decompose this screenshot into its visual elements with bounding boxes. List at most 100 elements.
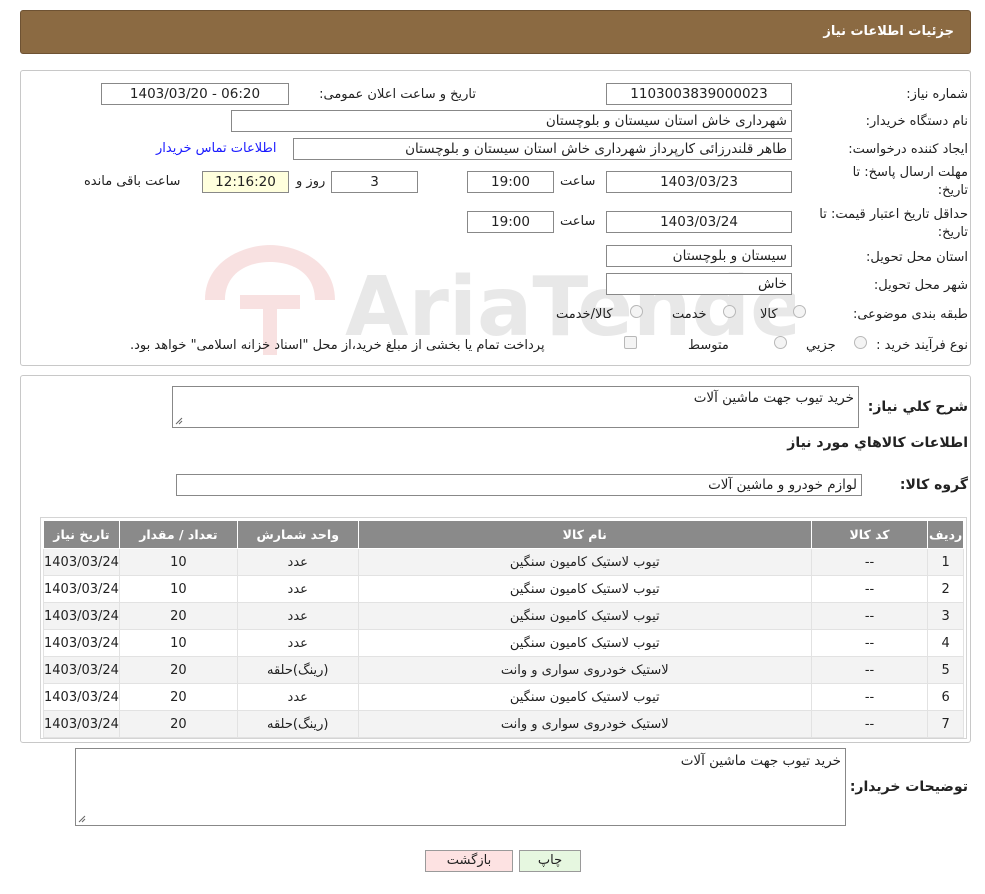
goods-table-body: 1 -- تیوب لاستیک کامیون سنگین عدد 10 1403/03/… <box>43 548 964 738</box>
back-button[interactable]: بازگشت <box>425 850 513 872</box>
cell-item-name: تیوب لاستیک کامیون سنگین <box>357 683 812 711</box>
days-label: روز و <box>296 174 326 189</box>
validity-label: حداقل تاریخ اعتبار قیمت: تا <box>819 207 968 222</box>
treasury-payment-note: پرداخت تمام یا بخشی از مبلغ خرید،از محل … <box>130 338 545 353</box>
table-row[interactable]: 2 -- تیوب لاستیک کامیون سنگین عدد 10 1403/03/… <box>43 575 964 603</box>
category-radio-goods[interactable] <box>793 305 806 318</box>
buyer-contact-link[interactable]: اطلاعات تماس خریدار <box>156 141 276 156</box>
cell-quantity: 20 <box>118 710 238 738</box>
table-row[interactable]: 3 -- تیوب لاستیک کامیون سنگین عدد 20 1403/03/… <box>43 602 964 630</box>
resize-handle-icon[interactable] <box>78 815 86 823</box>
announce-label: تاریخ و ساعت اعلان عمومی: <box>319 87 476 102</box>
cell-item-code: -- <box>810 602 929 630</box>
goods-table: رديف کد کالا نام کالا واحد شمارش تعداد /… <box>43 520 964 738</box>
goods-group-field[interactable]: لوازم خودرو و ماشین آلات <box>176 474 862 496</box>
table-row[interactable]: 6 -- تیوب لاستیک کامیون سنگین عدد 20 1403/03/… <box>43 683 964 711</box>
deadline-time-label: ساعت <box>560 174 596 189</box>
category-label: طبقه بندی موضوعی: <box>852 307 968 322</box>
cell-row-number: 1 <box>927 548 964 576</box>
buyer-org-field[interactable]: شهرداری خاش استان سیستان و بلوچستان <box>231 110 792 132</box>
cell-item-name: تیوب لاستیک کامیون سنگین <box>357 575 812 603</box>
cell-item-name: تیوب لاستیک کامیون سنگین <box>357 548 812 576</box>
cell-quantity: 20 <box>118 602 238 630</box>
cell-quantity: 20 <box>118 656 238 684</box>
province-label: استان محل تحویل: <box>866 250 968 265</box>
process-radio-minor[interactable] <box>854 336 867 349</box>
cell-item-name: تیوب لاستیک کامیون سنگین <box>357 629 812 657</box>
days-remaining-field[interactable]: 3 <box>331 171 418 193</box>
validity-time-label: ساعت <box>560 214 596 229</box>
col-header-qty: تعداد / مقدار <box>118 520 238 549</box>
deadline-date-field[interactable]: 1403/03/23 <box>606 171 792 193</box>
validity-date-field[interactable]: 1403/03/24 <box>606 211 792 233</box>
summary-text: خرید تیوب جهت ماشین آلات <box>693 390 854 406</box>
need-number-label: شماره نیاز: <box>906 87 968 102</box>
cell-row-number: 5 <box>927 656 964 684</box>
cell-quantity: 10 <box>118 575 238 603</box>
category-option-service: خدمت <box>672 307 707 322</box>
cell-need-date: 1403/03/24 <box>43 602 120 630</box>
process-label: نوع فرآیند خرید : <box>876 338 968 353</box>
cell-row-number: 7 <box>927 710 964 738</box>
deadline-label: مهلت ارسال پاسخ: تا <box>852 165 968 180</box>
print-button[interactable]: چاپ <box>519 850 581 872</box>
col-header-unit: واحد شمارش <box>236 520 359 549</box>
col-header-row: رديف <box>927 520 964 549</box>
cell-need-date: 1403/03/24 <box>43 548 120 576</box>
cell-unit: (رینگ)حلقه <box>236 656 359 684</box>
buyer-notes-textarea[interactable]: خرید تیوب جهت ماشین آلات <box>75 748 846 826</box>
cell-unit: عدد <box>236 575 359 603</box>
cell-quantity: 10 <box>118 548 238 576</box>
cell-unit: عدد <box>236 629 359 657</box>
table-row[interactable]: 7 -- لاستیک خودروی سواری و وانت (رینگ)حلقه 2… <box>43 710 964 738</box>
remaining-time-field[interactable]: 12:16:20 <box>202 171 289 193</box>
cell-item-name: لاستیک خودروی سواری و وانت <box>357 710 812 738</box>
process-option-minor: جزیي <box>806 338 836 353</box>
table-row[interactable]: 5 -- لاستیک خودروی سواری و وانت (رینگ)حلقه 2… <box>43 656 964 684</box>
process-radio-medium[interactable] <box>774 336 787 349</box>
cell-unit: (رینگ)حلقه <box>236 710 359 738</box>
buyer-org-label: نام دستگاه خریدار: <box>865 114 968 129</box>
buyer-notes-label: توضیحات خریدار: <box>849 779 968 795</box>
goods-group-label: گروه کالا: <box>899 477 968 493</box>
remaining-label: ساعت باقی مانده <box>84 174 181 189</box>
validity-time-field[interactable]: 19:00 <box>467 211 554 233</box>
cell-item-code: -- <box>810 683 929 711</box>
announce-field[interactable]: 1403/03/20 - 06:20 <box>101 83 289 105</box>
city-field[interactable]: خاش <box>606 273 792 295</box>
cell-item-code: -- <box>810 575 929 603</box>
cell-item-code: -- <box>810 629 929 657</box>
category-radio-service[interactable] <box>723 305 736 318</box>
city-label: شهر محل تحویل: <box>873 278 968 293</box>
category-option-goods: کالا <box>760 307 778 322</box>
page-header: جزئیات اطلاعات نیاز <box>20 10 971 54</box>
cell-unit: عدد <box>236 683 359 711</box>
province-field[interactable]: سیستان و بلوچستان <box>606 245 792 267</box>
buyer-notes-text: خرید تیوب جهت ماشین آلات <box>680 753 841 769</box>
requester-label: ایجاد کننده درخواست: <box>848 142 968 157</box>
requester-field[interactable]: طاهر قلندرزائی کارپرداز شهرداری خاش استا… <box>293 138 792 160</box>
table-row[interactable]: 4 -- تیوب لاستیک کامیون سنگین عدد 10 1403/03/… <box>43 629 964 657</box>
deadline-time-field[interactable]: 19:00 <box>467 171 554 193</box>
cell-item-code: -- <box>810 656 929 684</box>
cell-item-name: تیوب لاستیک کامیون سنگین <box>357 602 812 630</box>
cell-row-number: 4 <box>927 629 964 657</box>
table-row[interactable]: 1 -- تیوب لاستیک کامیون سنگین عدد 10 1403/03/… <box>43 548 964 576</box>
resize-handle-icon[interactable] <box>175 417 183 425</box>
col-header-code: کد کالا <box>810 520 929 549</box>
treasury-payment-checkbox[interactable] <box>624 336 637 349</box>
cell-quantity: 20 <box>118 683 238 711</box>
category-option-goods-service: کالا/خدمت <box>556 307 613 322</box>
cell-need-date: 1403/03/24 <box>43 629 120 657</box>
category-radio-goods-service[interactable] <box>630 305 643 318</box>
summary-textarea[interactable]: خرید تیوب جهت ماشین آلات <box>172 386 859 428</box>
cell-item-code: -- <box>810 548 929 576</box>
cell-quantity: 10 <box>118 629 238 657</box>
cell-row-number: 3 <box>927 602 964 630</box>
deadline-label-date: تاریخ: <box>937 183 968 198</box>
page-title: جزئیات اطلاعات نیاز <box>823 24 954 39</box>
cell-need-date: 1403/03/24 <box>43 575 120 603</box>
need-number-field[interactable]: 1103003839000023 <box>606 83 792 105</box>
validity-label-date: تاریخ: <box>937 225 968 240</box>
cell-unit: عدد <box>236 602 359 630</box>
